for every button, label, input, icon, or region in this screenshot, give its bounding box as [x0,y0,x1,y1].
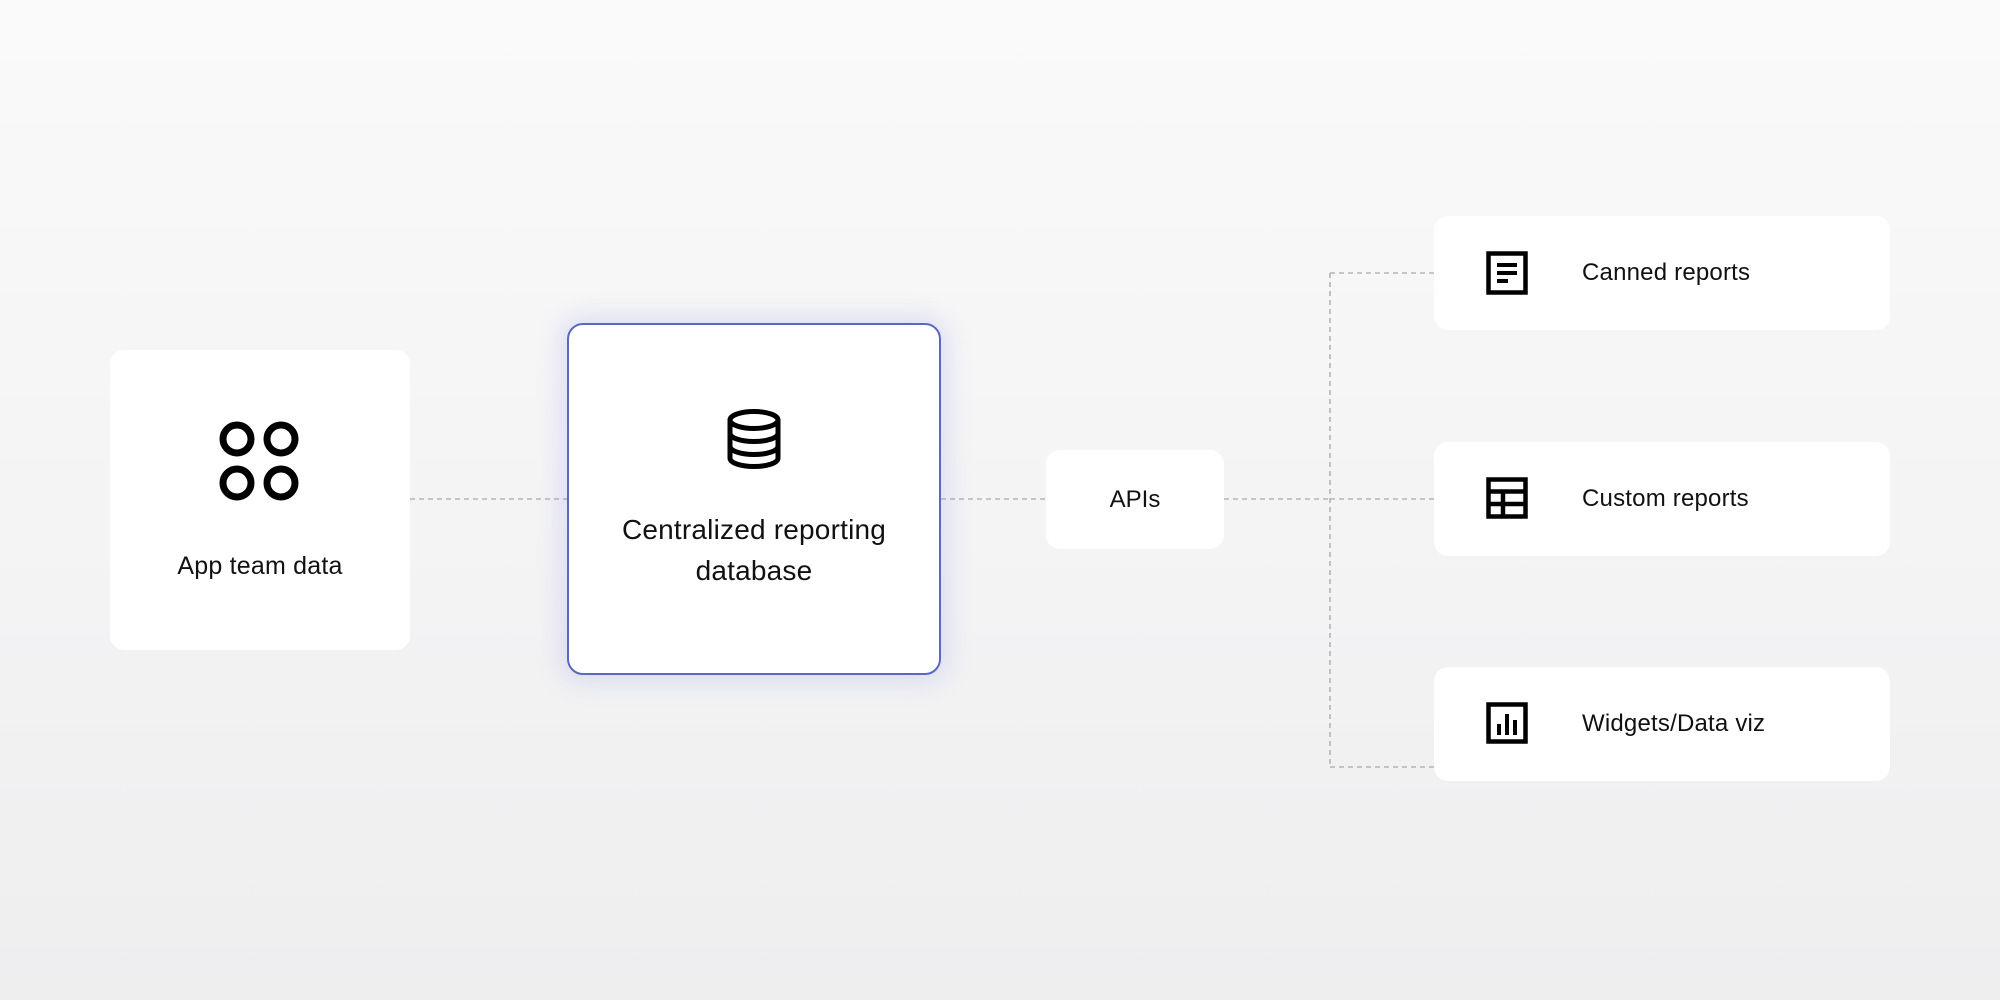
table-icon [1486,477,1528,519]
bar-chart-icon [1486,702,1528,744]
hub-node-label: Centralized reporting database [621,514,887,586]
api-node: APIs [1046,450,1224,549]
database-icon [727,409,781,469]
output-node-canned-reports: Canned reports [1434,216,1890,330]
hub-node-centralized-database: Centralized reporting database [567,323,941,675]
output-label-custom-reports: Custom reports [1582,485,1749,512]
apps-grid-icon [219,421,299,501]
output-label-canned-reports: Canned reports [1582,259,1751,286]
api-node-label: APIs [1109,485,1161,513]
output-node-custom-reports: Custom reports [1434,442,1890,556]
document-icon [1486,251,1528,295]
output-node-widgets-data-viz: Widgets/Data viz [1434,667,1890,781]
source-node-app-team-data: App team data [110,350,410,650]
output-label-widgets-data-viz: Widgets/Data viz [1582,710,1766,737]
source-node-label: App team data [177,552,343,580]
